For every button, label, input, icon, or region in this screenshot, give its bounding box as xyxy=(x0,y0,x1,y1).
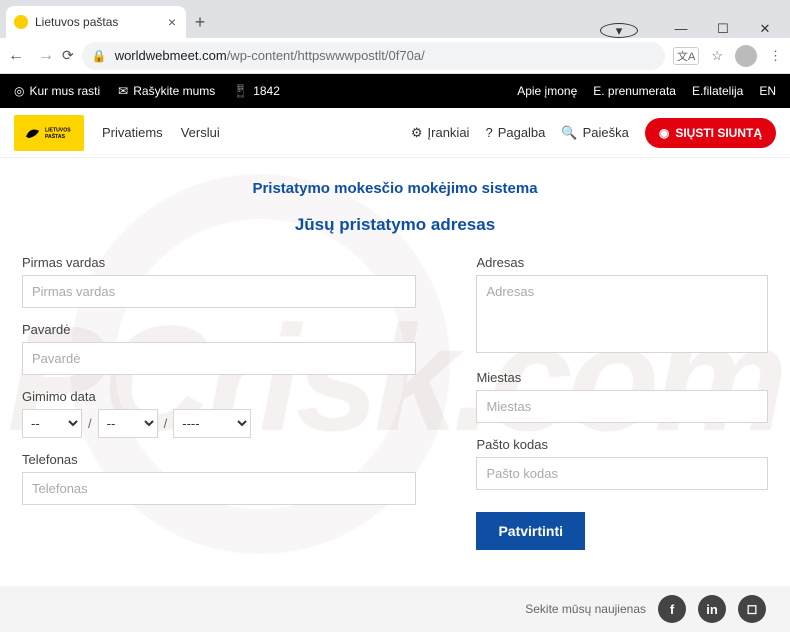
topbar-efilat[interactable]: E.filatelija xyxy=(692,84,743,98)
browser-tab[interactable]: Lietuvos paštas × xyxy=(6,6,186,38)
city-label: Miestas xyxy=(476,370,768,385)
dob-sep1: / xyxy=(88,416,92,431)
facebook-icon[interactable]: f xyxy=(658,595,686,623)
envelope-icon: ✉ xyxy=(118,84,128,98)
send-package-button[interactable]: ◉SIŲSTI SIUNTĄ xyxy=(645,118,776,148)
reload-icon[interactable]: ⟳ xyxy=(62,47,74,64)
confirm-button[interactable]: Patvirtinti xyxy=(476,512,585,550)
page: PCrisk.com ◎Kur mus rasti ✉Rašykite mums… xyxy=(0,74,790,632)
main-nav: LIETUVOSPAŠTAS Privatiems Verslui ⚙Įrank… xyxy=(0,108,790,158)
logo-horn-icon: LIETUVOSPAŠTAS xyxy=(23,122,74,144)
dob-year-select[interactable]: ---- xyxy=(173,409,251,438)
nav-private[interactable]: Privatiems xyxy=(102,125,163,140)
last-name-label: Pavardė xyxy=(22,322,416,337)
browser-titlebar: Lietuvos paštas × + ▾ — ☐ ✕ xyxy=(0,0,790,38)
topbar-eprenum[interactable]: E. prenumerata xyxy=(593,84,676,98)
form-content: Pristatymo mokesčio mokėjimo sistema Jūs… xyxy=(0,158,790,566)
topbar-about[interactable]: Apie įmonę xyxy=(517,84,577,98)
profile-avatar[interactable] xyxy=(735,45,757,67)
addr-icons: 文A ☆ ⋮ xyxy=(673,45,782,67)
bookmark-icon[interactable]: ☆ xyxy=(711,48,723,64)
page-subtitle: Jūsų pristatymo adresas xyxy=(22,215,768,235)
url-path: /wp-content/httpswwwpostlt/0f70a/ xyxy=(227,48,425,63)
postal-label: Pašto kodas xyxy=(476,437,768,452)
menu-icon[interactable]: ⋮ xyxy=(769,48,782,64)
dob-sep2: / xyxy=(164,416,168,431)
nav-forward-icon[interactable]: → xyxy=(38,47,54,65)
address-label: Adresas xyxy=(476,255,768,270)
question-icon: ? xyxy=(485,125,492,140)
dob-month-select[interactable]: -- xyxy=(98,409,158,438)
tab-title: Lietuvos paštas xyxy=(35,15,118,29)
url-field[interactable]: 🔒 worldwebmeet.com/wp-content/httpswwwpo… xyxy=(82,42,665,70)
window-maximize[interactable]: ☐ xyxy=(704,21,742,37)
topbar-lang[interactable]: EN xyxy=(759,84,776,98)
translate-icon[interactable]: 文A xyxy=(673,47,699,65)
phone-input[interactable] xyxy=(22,472,416,505)
site-logo[interactable]: LIETUVOSPAŠTAS xyxy=(14,115,84,151)
window-controls: ▾ — ☐ ✕ xyxy=(600,17,790,38)
footer-follow: Sekite mūsų naujienas xyxy=(525,602,646,616)
window-minimize[interactable]: — xyxy=(662,21,700,36)
tab-close-icon[interactable]: × xyxy=(168,14,176,30)
gear-icon: ⚙ xyxy=(411,125,423,141)
linkedin-icon[interactable]: in xyxy=(698,595,726,623)
page-title: Pristatymo mokesčio mokėjimo sistema xyxy=(22,180,768,197)
tab-favicon xyxy=(14,15,28,29)
search-icon: 🔍 xyxy=(561,125,577,141)
city-input[interactable] xyxy=(476,390,768,423)
new-tab-button[interactable]: + xyxy=(186,6,214,38)
first-name-input[interactable] xyxy=(22,275,416,308)
nav-back-icon[interactable]: ← xyxy=(8,47,24,65)
search-link[interactable]: 🔍Paieška xyxy=(561,125,628,141)
window-close[interactable]: ✕ xyxy=(746,21,784,37)
address-bar: ← → ⟳ 🔒 worldwebmeet.com/wp-content/http… xyxy=(0,38,790,74)
dob-label: Gimimo data xyxy=(22,389,416,404)
nav-arrows: ← → xyxy=(8,47,54,65)
address-input[interactable] xyxy=(476,275,768,353)
nav-business[interactable]: Verslui xyxy=(181,125,220,140)
dob-day-select[interactable]: -- xyxy=(22,409,82,438)
topbar-phone[interactable]: 📱1842 xyxy=(233,84,280,98)
phone-icon: 📱 xyxy=(233,84,248,98)
page-footer: Sekite mūsų naujienas f in ◻ xyxy=(0,586,790,632)
last-name-input[interactable] xyxy=(22,342,416,375)
lock-icon: 🔒 xyxy=(92,49,107,63)
browser-account-icon[interactable]: ▾ xyxy=(600,23,638,38)
site-topbar: ◎Kur mus rasti ✉Rašykite mums 📱1842 Apie… xyxy=(0,74,790,108)
svg-text:LIETUVOS: LIETUVOS xyxy=(45,127,71,133)
tools-link[interactable]: ⚙Įrankiai xyxy=(411,125,470,141)
help-link[interactable]: ?Pagalba xyxy=(485,125,545,140)
phone-label: Telefonas xyxy=(22,452,416,467)
topbar-locate[interactable]: ◎Kur mus rasti xyxy=(14,84,100,98)
first-name-label: Pirmas vardas xyxy=(22,255,416,270)
postal-input[interactable] xyxy=(476,457,768,490)
url-host: worldwebmeet.com xyxy=(115,48,227,63)
instagram-icon[interactable]: ◻ xyxy=(738,595,766,623)
user-icon: ◉ xyxy=(659,126,669,140)
topbar-write[interactable]: ✉Rašykite mums xyxy=(118,84,215,98)
map-pin-icon: ◎ xyxy=(14,84,24,98)
